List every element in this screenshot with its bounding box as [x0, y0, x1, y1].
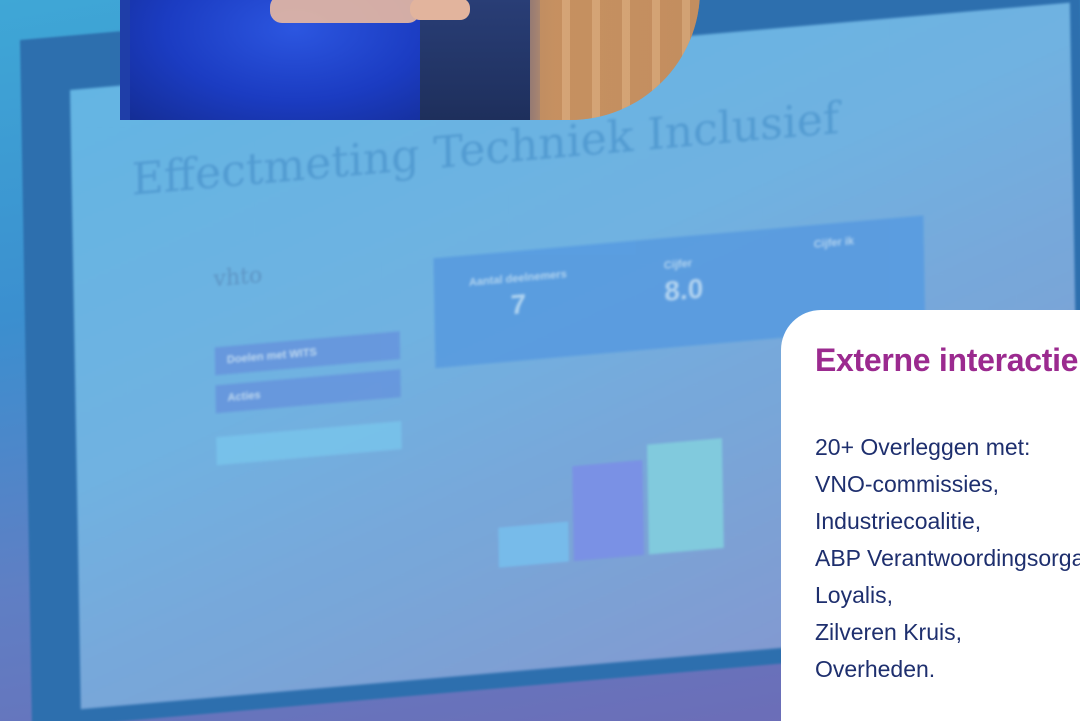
- list-item: 20+ Overleggen met:: [815, 434, 1031, 460]
- screen-logo: vhto: [213, 263, 263, 293]
- list-item: Loyalis,: [815, 582, 893, 608]
- list-item: Zilveren Kruis,: [815, 619, 962, 645]
- list-item: VNO-commissies,: [815, 471, 1000, 497]
- screen-bar: [498, 521, 569, 568]
- list-item: Overheden.: [815, 656, 936, 682]
- office-background: [540, 0, 700, 120]
- screen-button: Doelen met WITS: [214, 331, 401, 376]
- list-item: ABP Verantwoordingsorgaan,: [815, 545, 1080, 571]
- list-item: Industriecoalitie,: [815, 508, 982, 534]
- card-title: Externe interactie: [815, 342, 1079, 378]
- screen-button: [216, 421, 402, 466]
- screen-stat: Cijfer ik: [813, 235, 855, 252]
- external-interaction-card: Externe interactie 20+ Overleggen met: V…: [781, 310, 1080, 721]
- screen-stat: Cijfer 8.0: [663, 257, 704, 308]
- interaction-list: 20+ Overleggen met: VNO-commissies, Indu…: [815, 429, 1080, 688]
- screen-button: Acties: [215, 369, 401, 414]
- screen-bar: [646, 438, 724, 555]
- screen-bar: [572, 460, 644, 562]
- screen-bar-chart: [497, 422, 739, 568]
- team-photo: [120, 0, 700, 120]
- screen-stat: Aantal deelnemers 7: [468, 268, 567, 321]
